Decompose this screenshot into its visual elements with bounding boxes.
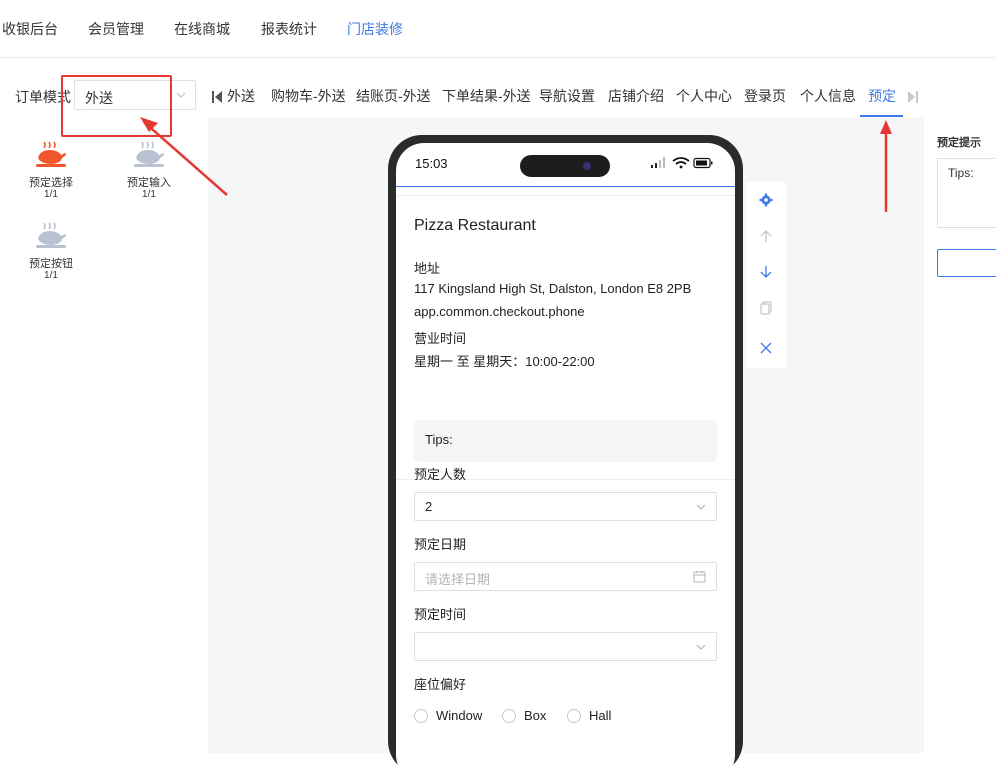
radio-circle [414,708,428,723]
copy-icon[interactable] [759,301,773,315]
move-up-icon[interactable] [759,229,773,243]
date-picker[interactable]: 请选择日期 [414,562,717,591]
address-text: 117 Kingsland High St, Dalston, London E… [414,281,692,296]
seat-preference-label: 座位偏好 [414,677,467,692]
phone-preview: 15:03 Pizza Restaurant 地址 117 Kingsland … [388,135,743,783]
hours-text: 星期一 至 星期天：10:00-22:00 [414,354,595,369]
tab-reservation[interactable]: 预定 [868,86,896,106]
tab-cart-delivery[interactable]: 购物车-外送 [271,86,346,106]
tab-checkout-delivery[interactable]: 结账页-外送 [356,86,431,106]
tab-delivery[interactable]: 外送 [227,86,255,106]
party-size-label: 预定人数 [414,467,467,482]
nav-item-reports[interactable]: 报表统计 [261,19,317,39]
properties-input[interactable] [937,249,996,277]
tab-scroll-right-icon[interactable] [908,90,918,104]
seat-option-label: Box [524,708,547,723]
camera-icon [583,162,591,170]
dynamic-island [520,155,610,177]
tips-text: Tips: [425,432,453,447]
seat-option-label: Hall [589,708,612,723]
gear-icon[interactable] [759,193,773,207]
component-palette: 预定选择 1/1 预定输入 1/1 预定按钮 1/1 [0,118,208,753]
order-mode-select[interactable]: 外送 [74,80,196,110]
wifi-icon [672,157,690,169]
component-toolbar [746,182,786,368]
tab-personal-center[interactable]: 个人中心 [676,86,732,106]
date-placeholder: 请选择日期 [425,572,491,587]
tips-textarea[interactable]: Tips: [937,158,996,228]
tab-navigation-settings[interactable]: 导航设置 [539,86,595,106]
roast-chicken-icon [36,222,66,248]
tips-box: Tips: [414,420,717,462]
time-label: 预定时间 [414,607,467,622]
tips-textarea-value: Tips: [948,166,974,180]
component-name: 预定输入 [127,177,171,189]
chevron-down-icon [696,644,706,650]
date-label: 预定日期 [414,537,467,552]
component-count: 1/1 [44,270,58,281]
party-size-value: 2 [425,499,433,514]
tab-store-intro[interactable]: 店铺介绍 [608,86,664,106]
battery-icon [693,157,713,169]
nav-item-mall[interactable]: 在线商城 [174,19,230,39]
component-name: 预定选择 [29,177,73,189]
status-time: 15:03 [415,156,448,171]
seat-option-box[interactable]: Box [502,708,546,723]
time-select[interactable] [414,632,717,661]
phone-screen: 15:03 Pizza Restaurant 地址 117 Kingsland … [396,143,735,783]
hours-label: 营业时间 [414,331,467,346]
component-name: 预定按钮 [29,258,73,270]
tab-login[interactable]: 登录页 [744,86,786,106]
active-tab-indicator [860,115,903,117]
page-tabs: 外送 购物车-外送 结账页-外送 下单结果-外送 导航设置 店铺介绍 个人中心 … [208,76,924,118]
divider [396,195,735,196]
reservation-page: Pizza Restaurant 地址 117 Kingsland High S… [396,186,735,783]
chevron-down-icon [696,504,706,510]
component-reservation-select[interactable]: 预定选择 1/1 [11,140,91,200]
calendar-icon [693,571,706,583]
order-mode-label: 订单模式 [15,89,71,105]
component-count: 1/1 [142,189,156,200]
order-mode-value: 外送 [85,90,113,106]
phone-key-text: app.common.checkout.phone [414,304,585,319]
chevron-down-icon [176,92,186,98]
radio-circle [567,708,581,723]
signal-icon [651,157,665,168]
properties-panel: 预定提示 Tips: [924,118,996,753]
top-nav: 收银后台 会员管理 在线商城 报表统计 门店装修 [0,0,996,58]
nav-item-store-decoration[interactable]: 门店装修 [347,19,403,39]
component-count: 1/1 [44,189,58,200]
party-size-select[interactable]: 2 [414,492,717,521]
nav-item-cashier[interactable]: 收银后台 [2,19,58,39]
roast-chicken-icon [134,141,164,167]
seat-option-hall[interactable]: Hall [567,708,611,723]
component-reservation-button[interactable]: 预定按钮 1/1 [11,221,91,281]
component-reservation-input[interactable]: 预定输入 1/1 [109,140,189,200]
seat-option-label: Window [436,708,483,723]
restaurant-name: Pizza Restaurant [414,217,536,234]
status-icons [651,157,713,169]
tab-personal-info[interactable]: 个人信息 [800,86,856,106]
seat-option-window[interactable]: Window [414,708,482,723]
close-icon[interactable] [759,341,773,355]
radio-circle [502,708,516,723]
move-down-icon[interactable] [759,265,773,279]
tab-order-result-delivery[interactable]: 下单结果-外送 [442,86,531,106]
roast-chicken-icon [36,141,66,167]
nav-item-members[interactable]: 会员管理 [88,19,144,39]
properties-title: 预定提示 [937,137,981,149]
address-label: 地址 [414,261,441,276]
